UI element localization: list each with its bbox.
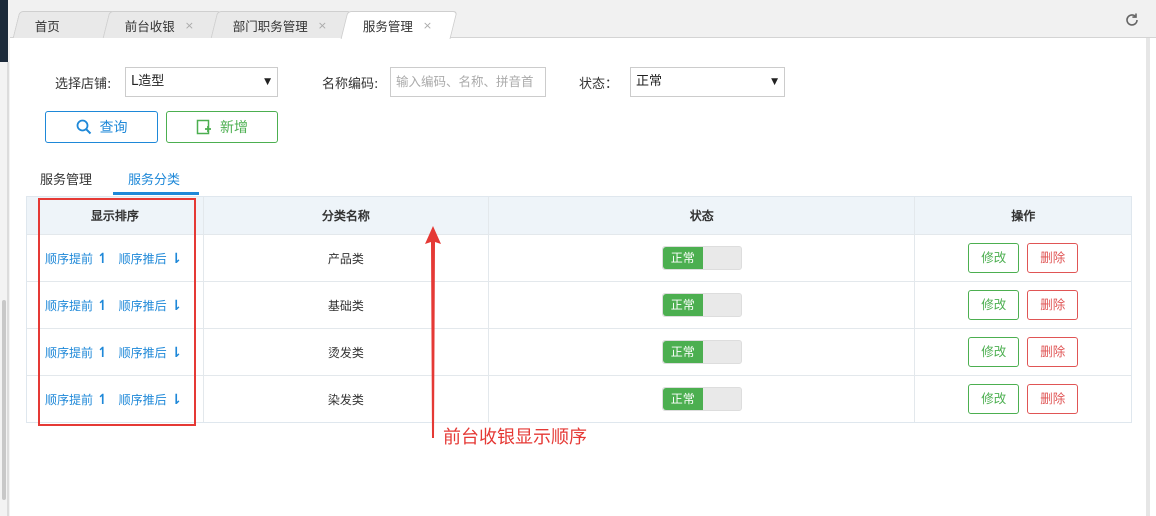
status-label: 状态： [579,77,619,92]
tab-department-positions[interactable]: 部门职务管理 × [210,11,352,38]
subtab-service-category[interactable]: 服务分类 [128,169,180,188]
status-cell: 正常 [488,282,914,328]
name-code-placeholder: 输入编码、名称、拼音首 [396,74,534,89]
sidebar-divider [7,62,9,516]
status-select[interactable]: 正常 ▼ [630,67,785,97]
status-toggle-label: 正常 [662,388,703,410]
tab-label: 首页 [34,18,60,34]
add-button-label: 新增 [220,120,248,136]
delete-button[interactable]: 删除 [1027,384,1079,414]
tab-label: 前台收银 [124,18,175,34]
store-label: 选择店铺: [55,77,112,92]
actions-cell: 修改 删除 [914,329,1131,375]
annotation-arrow-icon [425,226,441,438]
delete-button[interactable]: 删除 [1027,290,1079,320]
close-icon[interactable]: × [423,19,432,32]
dropdown-arrow-icon: ▼ [771,77,778,87]
actions-cell: 修改 删除 [914,376,1131,422]
actions-cell: 修改 删除 [914,235,1131,281]
edit-button[interactable]: 修改 [968,337,1020,367]
sidebar-scrollbar[interactable] [2,300,6,500]
status-cell: 正常 [488,235,914,281]
status-toggle[interactable]: 正常 [661,293,742,317]
status-toggle[interactable]: 正常 [661,340,742,364]
name-code-input[interactable]: 输入编码、名称、拼音首 [390,67,546,97]
close-icon[interactable]: × [318,19,327,32]
header-status: 状态 [488,197,914,234]
status-toggle[interactable]: 正常 [661,387,742,411]
header-actions: 操作 [914,197,1131,234]
query-button[interactable]: 查询 [45,111,158,143]
tab-home[interactable]: 首页 [12,11,116,38]
add-icon [196,119,211,135]
tab-service-management[interactable]: 服务管理 × [340,11,458,39]
close-icon[interactable]: × [185,19,194,32]
dropdown-arrow-icon: ▼ [264,77,271,87]
status-select-value: 正常 [636,74,663,89]
status-toggle-label: 正常 [662,247,703,269]
status-toggle[interactable]: 正常 [661,246,742,270]
store-select-value: L造型 [131,74,165,89]
delete-button[interactable]: 删除 [1027,243,1079,273]
tab-label: 服务管理 [362,19,413,34]
edit-button[interactable]: 修改 [968,243,1020,273]
search-icon [76,119,91,135]
tab-front-cashier[interactable]: 前台收银 × [102,11,222,38]
active-tab-indicator [113,192,199,195]
sub-tabs: 服务管理 服务分类 [26,163,1132,195]
refresh-icon[interactable] [1124,12,1140,32]
add-button[interactable]: 新增 [166,111,278,143]
sidebar-dark-block [0,0,8,62]
filter-row: 选择店铺: L造型 ▼ 名称编码: 输入编码、名称、拼音首 状态： 正常 ▼ [0,67,1156,97]
status-toggle-label: 正常 [662,341,703,363]
edit-button[interactable]: 修改 [968,290,1020,320]
query-button-label: 查询 [99,120,128,136]
right-scrollbar[interactable] [1146,38,1150,516]
annotation-text: 前台收银显示顺序 [443,427,587,448]
status-toggle-label: 正常 [662,294,703,316]
store-select[interactable]: L造型 ▼ [125,67,278,97]
subtab-service-management[interactable]: 服务管理 [40,169,92,188]
edit-button[interactable]: 修改 [968,384,1020,414]
status-cell: 正常 [488,376,914,422]
name-code-label: 名称编码: [322,77,379,92]
delete-button[interactable]: 删除 [1027,337,1079,367]
status-cell: 正常 [488,329,914,375]
tab-label: 部门职务管理 [232,18,308,34]
actions-cell: 修改 删除 [914,282,1131,328]
tab-bar: 首页 前台收银 × 部门职务管理 × 服务管理 × [10,0,1156,39]
annotation-highlight-box [38,198,196,426]
